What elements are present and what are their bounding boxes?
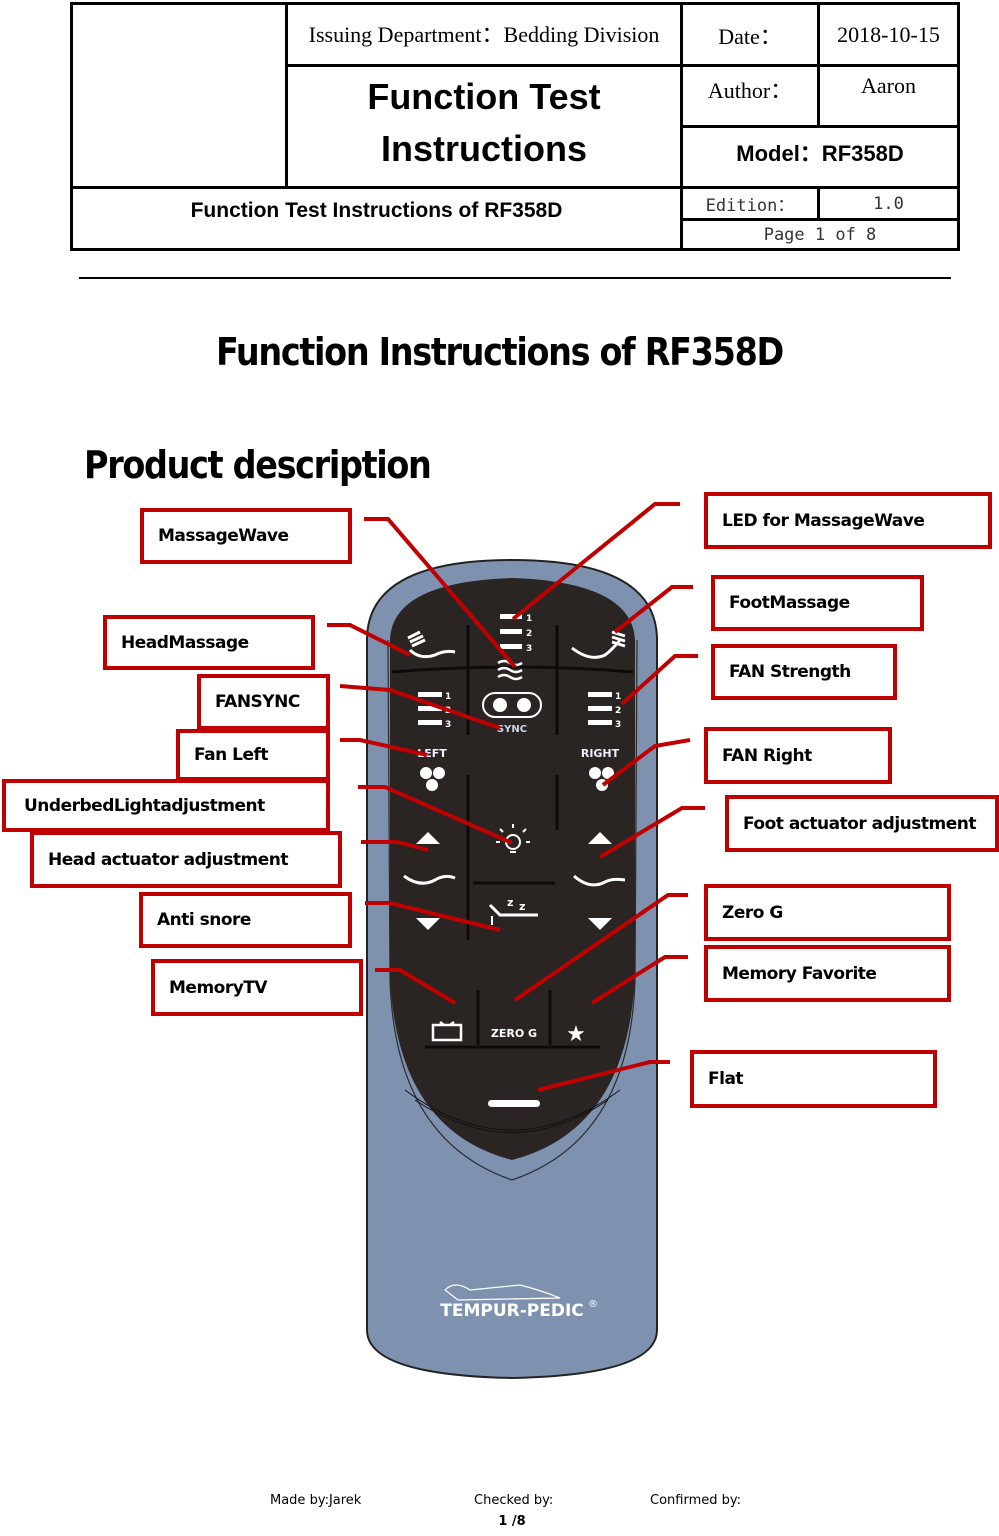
callout-foot-actuator: Foot actuator adjustment	[725, 795, 999, 852]
made-by: Made by:Jarek	[270, 1493, 362, 1508]
brand-name: TEMPUR-PEDIC	[440, 1301, 584, 1321]
memory-tv-icon	[431, 1021, 463, 1042]
callout-memory-favorite: Memory Favorite	[704, 945, 951, 1002]
leader-fan-left	[340, 738, 428, 757]
leader-flat	[537, 1060, 670, 1092]
edition-value: 1.0	[817, 186, 960, 221]
fan-right-strength-bars	[588, 692, 612, 725]
edition-label: Edition：	[680, 186, 820, 221]
confirmed-by: Confirmed by:	[650, 1493, 741, 1508]
svg-text:2: 2	[526, 629, 532, 639]
callout-zero-g: Zero G	[704, 884, 951, 941]
massage-wave-level-labels: 1 2 3	[526, 614, 532, 654]
memory-favorite-star-icon: ★	[566, 1022, 586, 1047]
leader-fan-sync	[339, 684, 501, 730]
callout-foot-massage: FootMassage	[711, 575, 924, 631]
author-label: Author：	[680, 64, 820, 128]
massage-wave-led-bars	[500, 614, 522, 649]
callout-flat: Flat	[690, 1050, 937, 1108]
svg-text:z: z	[507, 896, 513, 909]
fan-left-level-labels: 1 2 3	[445, 692, 451, 730]
svg-text:3: 3	[615, 720, 621, 730]
leader-fan-strength	[620, 654, 698, 706]
callout-led-massage-wave: LED for MassageWave	[704, 492, 992, 549]
flat-button-icon	[488, 1100, 540, 1107]
callout-fan-left: Fan Left	[176, 729, 330, 781]
callout-fan-strength: FAN Strength	[711, 644, 897, 700]
callout-underbed-light: UnderbedLightadjustment	[2, 779, 330, 832]
fan-right-icon	[589, 767, 614, 791]
fan-left-strength-bars	[418, 692, 442, 725]
foot-massage-icon	[571, 630, 626, 659]
logo-cell	[70, 2, 288, 189]
leader-memory-favorite	[590, 955, 688, 1005]
head-massage-icon	[407, 630, 456, 659]
zero-g-button-label: ZERO G	[491, 1027, 537, 1040]
svg-text:3: 3	[445, 720, 451, 730]
massage-wave-icon	[497, 659, 523, 681]
leader-fan-right	[601, 738, 691, 787]
leader-foot-massage	[613, 585, 693, 634]
remote-groove	[387, 639, 638, 1181]
left-label: LEFT	[417, 747, 447, 760]
svg-text:1: 1	[445, 692, 451, 702]
leader-memory-tv	[375, 968, 457, 1005]
svg-text:1: 1	[615, 692, 621, 702]
checked-by: Checked by:	[474, 1493, 554, 1508]
right-label: RIGHT	[581, 747, 620, 760]
date-label: Date：	[680, 2, 820, 67]
callout-head-massage: HeadMassage	[103, 615, 315, 670]
svg-text:®: ®	[588, 1299, 598, 1310]
section-title: Product description	[84, 443, 432, 487]
remote-casing	[366, 558, 658, 1380]
svg-text:2: 2	[615, 706, 621, 716]
foot-actuator-buttons	[573, 832, 626, 930]
leader-anti-snore	[365, 901, 501, 932]
svg-text:1: 1	[526, 614, 532, 624]
page-indicator: Page 1 of 8	[680, 218, 960, 251]
leader-massage-wave	[364, 517, 517, 669]
date-value: 2018-10-15	[817, 2, 960, 67]
svg-text:SYNC: SYNC	[497, 724, 527, 735]
callout-leader-lines	[327, 502, 705, 1092]
leader-head-massage	[327, 623, 411, 657]
model-number: Model：RF358D	[680, 125, 960, 189]
header-divider	[79, 277, 951, 279]
document-subtitle: Function Test Instructions of RF358D	[70, 186, 683, 251]
fan-left-icon	[420, 767, 445, 791]
svg-text:2: 2	[445, 706, 451, 716]
callout-memory-tv: MemoryTV	[151, 959, 363, 1016]
leader-zero-g	[513, 893, 688, 1002]
brand-logo: TEMPUR-PEDIC ®	[440, 1284, 598, 1321]
callout-massage-wave: MassageWave	[140, 508, 352, 564]
head-actuator-buttons	[403, 832, 456, 930]
callout-fan-right: FAN Right	[704, 727, 892, 784]
callout-anti-snore: Anti snore	[139, 892, 352, 948]
leader-foot-actuator	[598, 806, 705, 859]
leader-led-massage-wave	[511, 502, 680, 621]
issuing-department: Issuing Department：Bedding Division	[285, 2, 683, 67]
document-title: Function Test Instructions	[285, 64, 683, 189]
fan-right-level-labels: 1 2 3	[615, 692, 621, 730]
fan-sync-button: SYNC	[482, 692, 542, 735]
underbed-light-icon	[496, 824, 530, 853]
svg-text:z: z	[519, 900, 525, 913]
callout-head-actuator: Head actuator adjustment	[30, 831, 342, 888]
leader-underbed-light	[358, 785, 513, 845]
main-title: Function Instructions of RF358D	[216, 330, 784, 374]
page-number: 1 /8	[498, 1514, 526, 1529]
document-header-table: Issuing Department：Bedding Division Date…	[70, 2, 960, 251]
anti-snore-icon: z z	[488, 896, 538, 925]
svg-text:3: 3	[526, 644, 532, 654]
callout-fan-sync: FANSYNC	[197, 674, 330, 730]
author-value: Aaron	[817, 64, 960, 128]
